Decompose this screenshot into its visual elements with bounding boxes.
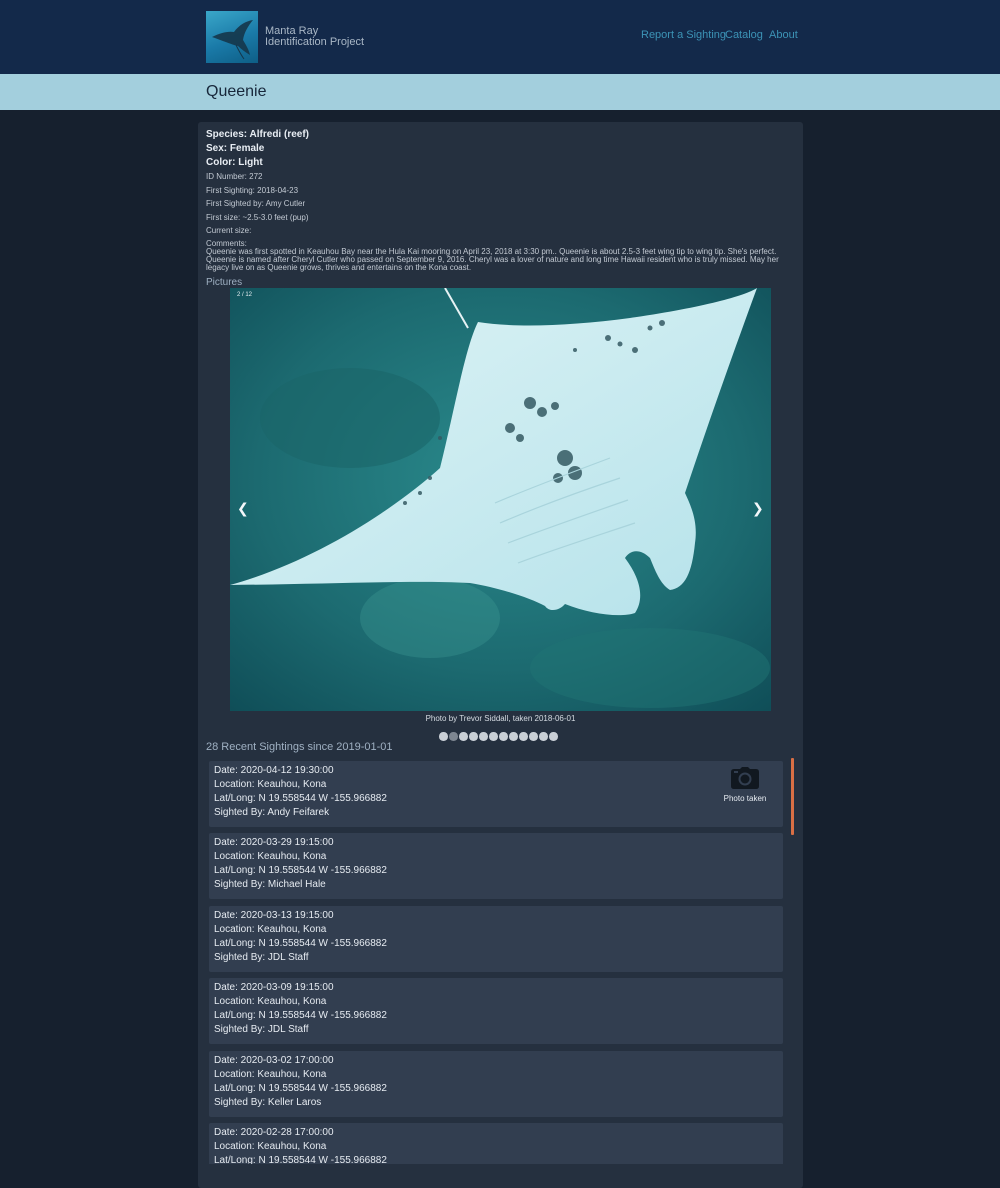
nav-catalog[interactable]: Catalog [725,29,763,41]
carousel-dot[interactable] [479,732,488,741]
title-band: Queenie [0,74,1000,110]
sighting-location: Location: Keauhou, Kona [214,924,327,935]
sighting-location: Location: Keauhou, Kona [214,1141,327,1152]
sighting-by: Sighted By: Michael Hale [214,879,326,890]
sighting-item[interactable]: Date: 2020-04-12 19:30:00 Location: Keau… [209,761,783,827]
sighting-latlong: Lat/Long: N 19.558544 W -155.966882 [214,1010,387,1021]
nav-report-sighting[interactable]: Report a Sighting [641,29,726,41]
brand-line-2: Identification Project [265,36,365,48]
manta-ray-logo-icon[interactable] [206,11,258,63]
carousel-dot[interactable] [499,732,508,741]
brand-name[interactable]: Manta Ray Identification Project [265,26,364,48]
id-number: ID Number: 272 [206,172,263,181]
sighting-date: Date: 2020-03-09 19:15:00 [214,982,334,993]
sighting-location: Location: Keauhou, Kona [214,851,327,862]
sighting-item[interactable]: Date: 2020-03-29 19:15:00 Location: Keau… [209,833,783,899]
sighting-item[interactable]: Date: 2020-02-28 17:00:00 Location: Keau… [209,1123,783,1164]
first-size: First size: ~2.5-3.0 feet (pup) [206,212,309,222]
color-label: Color: Light [206,157,263,168]
sighting-latlong: Lat/Long: N 19.558544 W -155.966882 [214,938,387,949]
carousel-dot[interactable] [489,732,498,741]
current-size: Current size: [206,226,252,235]
carousel-dot[interactable] [459,732,468,741]
sighting-date: Date: 2020-03-29 19:15:00 [214,837,334,848]
sighting-date: Date: 2020-02-28 17:00:00 [214,1127,334,1138]
page-title: Queenie [206,83,267,100]
sighting-date: Date: 2020-04-12 19:30:00 [214,765,334,776]
sighting-item[interactable]: Date: 2020-03-09 19:15:00 Location: Keau… [209,978,783,1044]
species-label: Species: Alfredi (reef) [206,129,309,140]
photo-caption: Photo by Trevor Siddall, taken 2018-06-0… [425,714,576,723]
comments-text: Queenie was first spotted in Keauhou Bay… [206,247,796,272]
sighting-location: Location: Keauhou, Kona [214,996,327,1007]
first-sighting: First Sighting: 2018-04-23 [206,185,299,195]
manta-details: Species: Alfredi (reef) Sex: Female Colo… [206,128,796,272]
sighting-by: Sighted By: Keller Laros [214,1097,322,1108]
carousel-dot[interactable] [439,732,448,741]
photo-counter: 2 / 12 [237,292,253,298]
sex-label: Sex: Female [206,143,265,154]
photo-taken-label: Photo taken [723,794,767,803]
sighting-item[interactable]: Date: 2020-03-13 19:15:00 Location: Keau… [209,906,783,972]
carousel-dot[interactable] [529,732,538,741]
sighting-latlong: Lat/Long: N 19.558544 W -155.966882 [214,793,387,804]
sighting-by: Sighted By: Andy Feifarek [214,807,330,818]
sighting-latlong: Lat/Long: N 19.558544 W -155.966882 [214,1083,387,1094]
sighting-location: Location: Keauhou, Kona [214,1069,327,1080]
photo-taken-indicator[interactable]: Photo taken [715,767,775,803]
first-sighted-by: First Sighted by: Amy Cutler [206,199,306,208]
nav-about[interactable]: About [769,29,798,41]
carousel-dot[interactable] [519,732,528,741]
chevron-left-icon[interactable]: ❮ [237,501,249,517]
camera-icon [731,767,759,789]
carousel-dot[interactable] [539,732,548,741]
sighting-by: Sighted By: JDL Staff [214,952,309,963]
sighting-by: Sighted By: JDL Staff [214,1024,309,1035]
carousel-dot[interactable] [469,732,478,741]
sighting-location: Location: Keauhou, Kona [214,779,327,790]
carousel-dots [439,732,558,741]
sighting-latlong: Lat/Long: N 19.558544 W -155.966882 [214,865,387,876]
sightings-heading: 28 Recent Sightings since 2019-01-01 [206,741,393,753]
sighting-latlong: Lat/Long: N 19.558544 W -155.966882 [214,1155,387,1164]
sightings-scrollbar[interactable] [791,758,794,835]
sighting-item[interactable]: Date: 2020-03-02 17:00:00 Location: Keau… [209,1051,783,1117]
carousel-dot[interactable] [549,732,558,741]
carousel-dot[interactable] [449,732,458,741]
sighting-date: Date: 2020-03-13 19:15:00 [214,910,334,921]
carousel-dot[interactable] [509,732,518,741]
pictures-label: Pictures [206,277,243,288]
comments-line-3: legacy live on as Queenie grows, thrives… [206,262,472,272]
sighting-date: Date: 2020-03-02 17:00:00 [214,1055,334,1066]
chevron-right-icon[interactable]: ❯ [752,501,764,517]
sightings-list[interactable]: Date: 2020-04-12 19:30:00 Location: Keau… [209,761,783,1164]
manta-photo[interactable] [230,288,771,711]
site-header: Manta Ray Identification Project Report … [0,0,1000,74]
